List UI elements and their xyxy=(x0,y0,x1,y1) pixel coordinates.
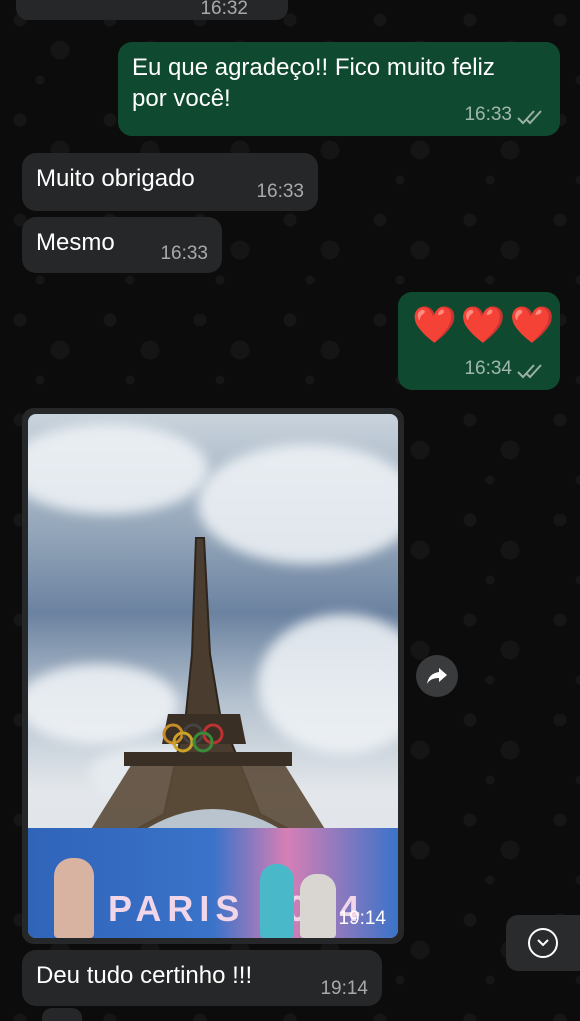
message-time: 19:14 xyxy=(320,978,368,1000)
message-bubble-outgoing[interactable]: ❤️❤️❤️ 16:34 xyxy=(398,292,560,390)
message-bubble-incoming[interactable]: 16:32 xyxy=(16,0,288,20)
message-text-line: Eu que agradeço!! Fico muito feliz xyxy=(132,54,495,81)
message-time: 19:14 xyxy=(338,908,386,929)
message-time: 16:33 xyxy=(464,104,512,126)
message-time: 16:33 xyxy=(256,181,304,203)
message-time: 16:32 xyxy=(200,0,248,19)
forward-button[interactable] xyxy=(416,655,458,697)
photo-eiffel-tower[interactable]: PARIS 2024 19:14 xyxy=(28,414,398,938)
message-time: 16:33 xyxy=(160,243,208,265)
forward-icon xyxy=(427,668,447,684)
message-bubble-incoming[interactable]: Deu tudo certinho !!! 19:14 xyxy=(22,950,382,1006)
chevron-down-icon xyxy=(528,928,558,958)
message-bubble-photo[interactable]: PARIS 2024 19:14 xyxy=(22,408,404,944)
message-bubble-incoming[interactable]: Muito obrigado 16:33 xyxy=(22,153,318,211)
message-time: 16:34 xyxy=(464,358,512,380)
double-check-icon xyxy=(517,364,542,379)
heart-emojis: ❤️❤️❤️ xyxy=(412,304,559,345)
message-text: Muito obrigado xyxy=(36,165,195,192)
message-bubble-incoming[interactable] xyxy=(42,1008,82,1021)
double-check-icon xyxy=(517,110,542,125)
message-bubble-outgoing[interactable]: Eu que agradeço!! Fico muito feliz por v… xyxy=(118,42,560,136)
message-text: Mesmo xyxy=(36,229,115,256)
scroll-to-bottom-button[interactable] xyxy=(506,915,580,971)
message-text: Deu tudo certinho !!! xyxy=(36,962,253,989)
message-bubble-incoming[interactable]: Mesmo 16:33 xyxy=(22,217,222,273)
